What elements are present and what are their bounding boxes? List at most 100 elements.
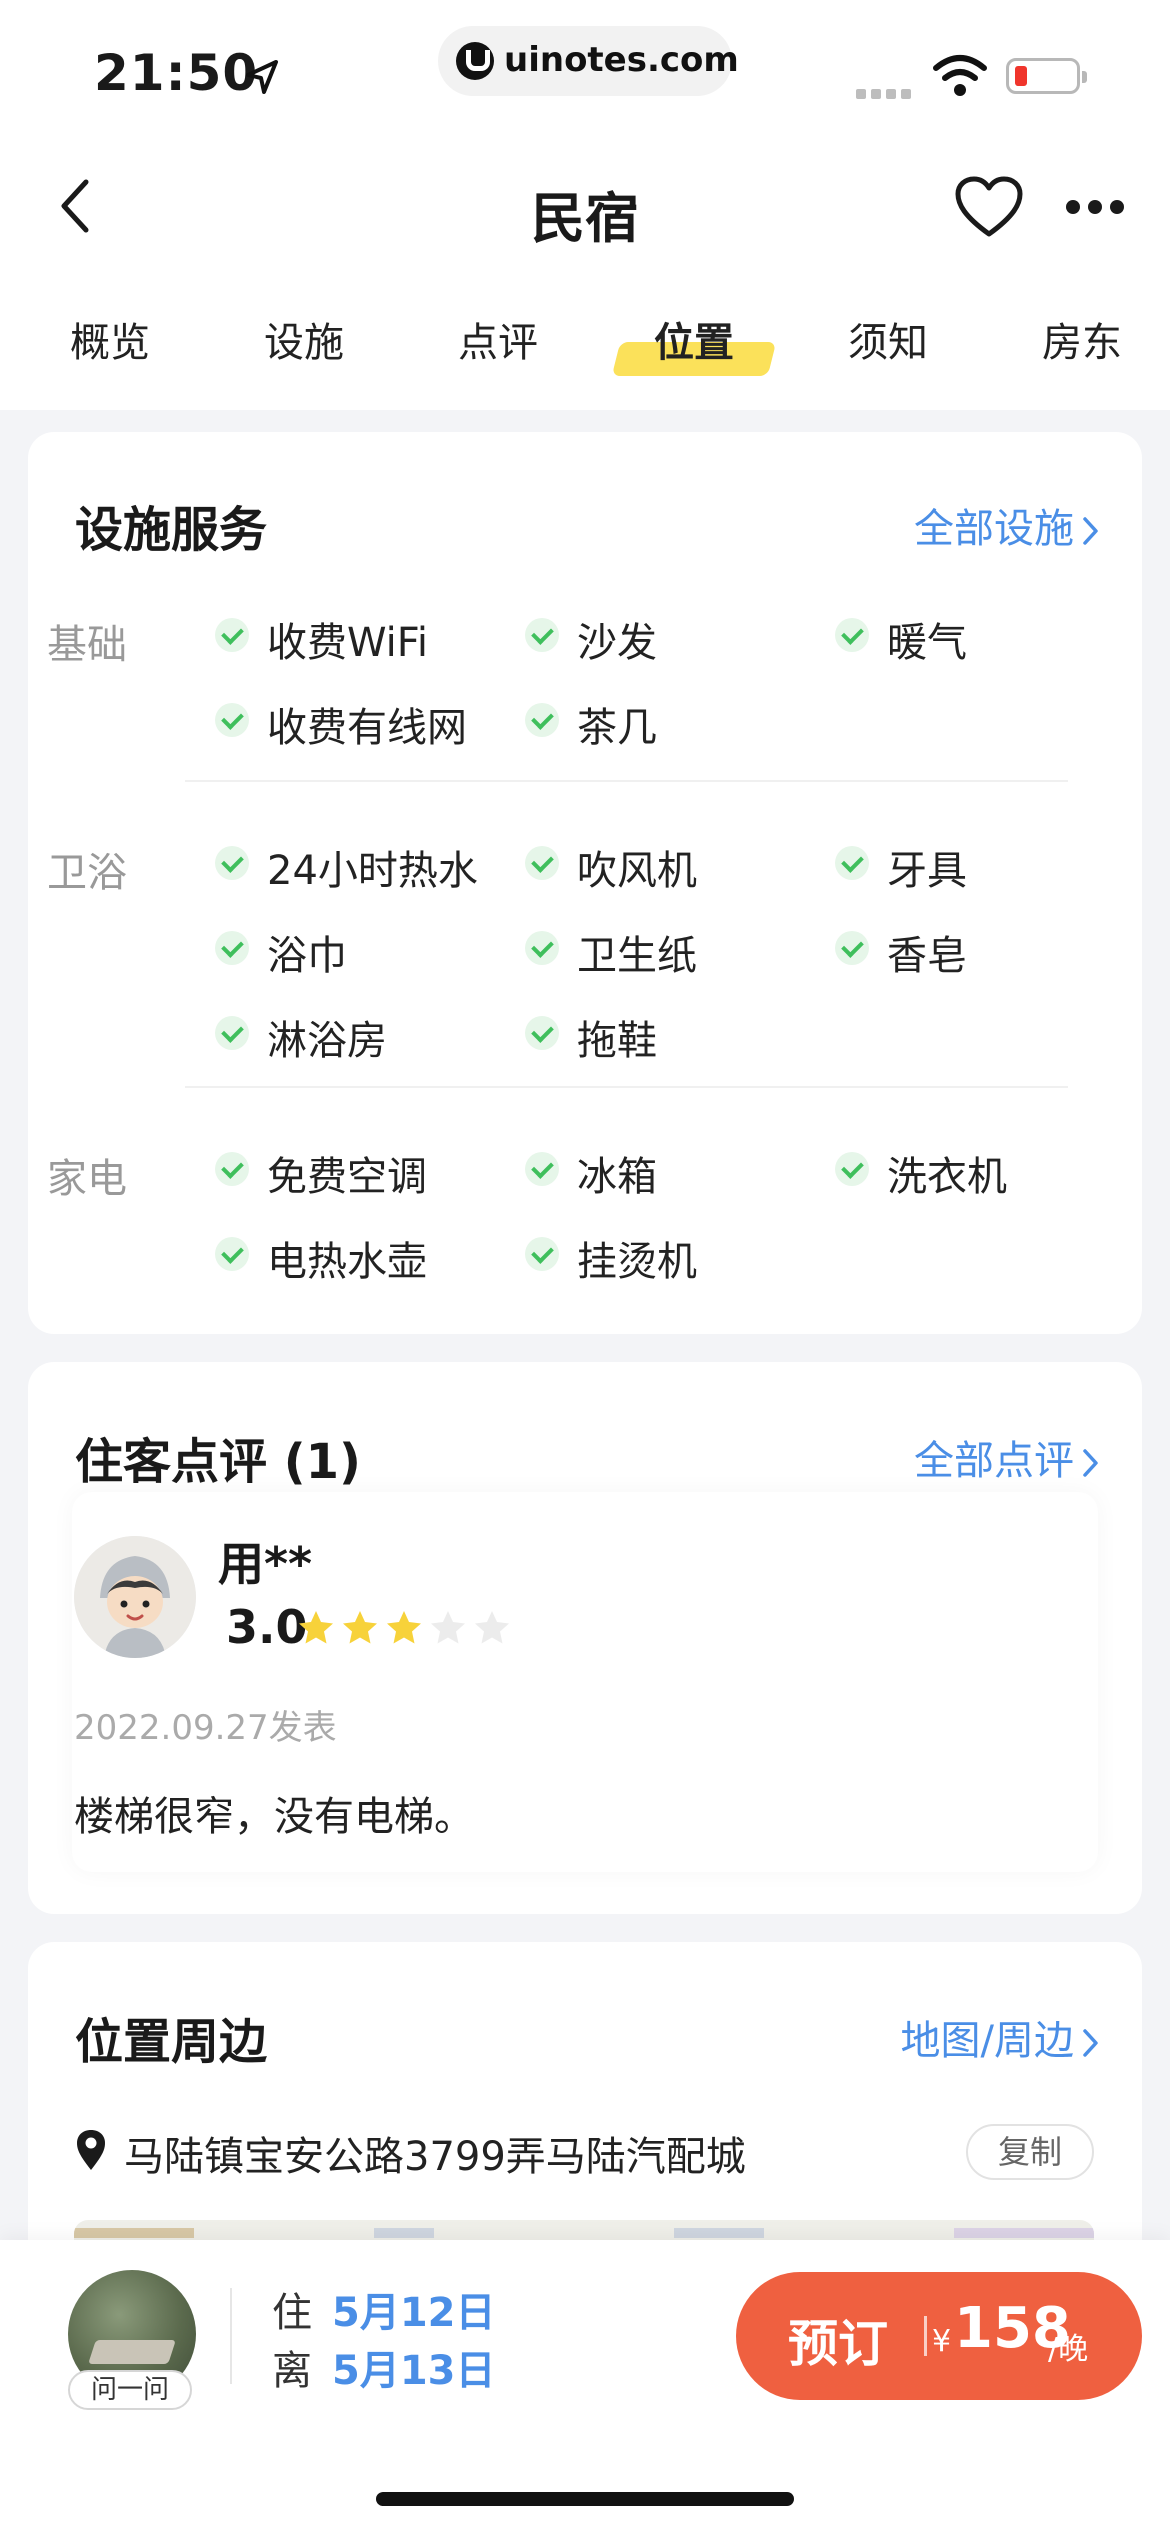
facility-item: 香皂 [887,933,967,979]
checkout-date: 5月13日 [332,2348,496,2394]
checkin-row[interactable]: 住 5月12日 [272,2280,496,2338]
facility-group-label: 卫浴 [47,850,127,896]
tab-reviews[interactable]: 点评 [458,310,538,368]
reviewer-name: 用** [218,1537,313,1591]
copy-address-button[interactable]: 复制 [966,2124,1094,2180]
check-icon [215,1016,249,1050]
tab-notice[interactable]: 须知 [848,310,928,368]
location-arrow-icon [246,60,278,94]
facility-item: 冰箱 [577,1154,657,1200]
price-currency: ¥ [932,2324,952,2359]
book-separator [924,2316,927,2356]
star-empty-icon [431,1611,465,1644]
star-empty-icon [475,1611,509,1644]
checkout-row[interactable]: 离 5月13日 [272,2338,496,2396]
check-icon [525,1016,559,1050]
review-date: 2022.09.27发表 [74,1708,337,1748]
check-icon [525,846,559,880]
checkout-key: 离 [272,2348,312,2394]
book-button[interactable]: 预订 ¥ 158 /晚 [736,2272,1142,2400]
tab-location[interactable]: 位置 [654,310,734,368]
star-filled-icon [299,1611,333,1644]
facility-item: 牙具 [887,848,967,894]
all-facilities-link[interactable]: 全部设施 [914,496,1100,554]
facility-item: 洗衣机 [887,1154,1007,1200]
check-icon [215,618,249,652]
facility-item: 免费空调 [267,1154,427,1200]
tab-facilities[interactable]: 设施 [264,310,344,368]
home-indicator [376,2492,794,2506]
facility-item: 收费有线网 [267,705,467,751]
wifi-icon [933,55,987,96]
chevron-right-icon [1083,517,1098,545]
check-icon [215,703,249,737]
check-icon [525,1237,559,1271]
check-icon [215,931,249,965]
tab-bar: 概览 设施 点评 位置 须知 房东 [0,310,1170,380]
check-icon [835,931,869,965]
check-icon [835,846,869,880]
price-unit: /晚 [1048,2332,1089,2367]
signal-icon [856,84,916,103]
facility-item: 吹风机 [577,848,697,894]
facilities-title: 设施服务 [75,502,268,558]
facility-divider [185,780,1068,782]
facility-item: 拖鞋 [577,1018,657,1064]
check-icon [525,931,559,965]
rating-stars [296,1608,516,1652]
book-label: 预订 [788,2315,888,2373]
avatar-illustration-icon [74,1536,196,1658]
check-icon [525,618,559,652]
tab-overview[interactable]: 概览 [70,310,150,368]
map-nearby-link[interactable]: 地图/周边 [901,2008,1100,2066]
chevron-right-icon [1083,2029,1098,2057]
checkin-key: 住 [272,2290,312,2336]
url-text: uinotes.com [504,40,739,80]
facility-item: 卫生纸 [577,933,697,979]
facility-item: 电热水壶 [267,1239,427,1285]
all-facilities-label: 全部设施 [914,506,1074,552]
all-reviews-label: 全部点评 [914,1438,1074,1484]
review-text: 楼梯很窄，没有电梯。 [74,1794,474,1840]
more-options-icon[interactable] [1066,200,1126,216]
star-filled-icon [387,1611,421,1644]
facility-item: 收费WiFi [267,620,428,666]
location-pin-icon [77,2130,105,2170]
facility-item: 暖气 [887,620,967,666]
status-bar: 21:50 uinotes.com [0,0,1170,140]
address-text: 马陆镇宝安公路3799弄马陆汽配城 [124,2134,746,2180]
facility-item: 茶几 [577,705,657,751]
booking-bar: 问一问 住 5月12日 离 5月13日 预订 ¥ 158 /晚 [0,2240,1170,2532]
chevron-right-icon [1083,1449,1098,1477]
facility-group-label: 家电 [47,1156,127,1202]
nav-bar: 民宿 [0,150,1170,260]
ask-host-button[interactable]: 问一问 [68,2370,192,2410]
check-icon [835,618,869,652]
reviewer-avatar [74,1536,196,1658]
check-icon [215,846,249,880]
star-filled-icon [343,1611,377,1644]
facility-item: 淋浴房 [267,1018,387,1064]
status-time: 21:50 [94,44,259,102]
divider [230,2288,232,2384]
facility-divider [185,1086,1068,1088]
facility-group-label: 基础 [47,622,127,668]
location-title: 位置周边 [75,2014,268,2070]
checkin-date: 5月12日 [332,2290,496,2336]
favorite-heart-icon[interactable] [954,176,1024,238]
url-pill[interactable]: uinotes.com [438,26,739,96]
check-icon [525,1152,559,1186]
facility-item: 24小时热水 [267,848,478,894]
battery-icon [1006,58,1087,94]
check-icon [215,1152,249,1186]
reviews-title: 住客点评 (1) [75,1434,361,1490]
check-icon [525,703,559,737]
check-icon [215,1237,249,1271]
facility-item: 沙发 [577,620,657,666]
all-reviews-link[interactable]: 全部点评 [914,1428,1100,1486]
tab-host[interactable]: 房东 [1042,310,1122,368]
map-nearby-label: 地图/周边 [900,2018,1074,2064]
site-logo-icon [456,42,494,80]
facility-item: 挂烫机 [577,1239,697,1285]
facility-item: 浴巾 [267,933,347,979]
